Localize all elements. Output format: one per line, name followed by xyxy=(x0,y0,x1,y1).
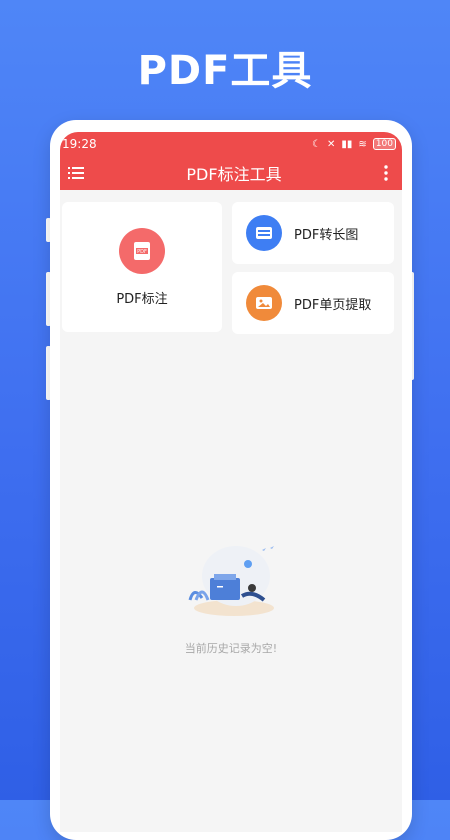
app-screen: 19:28 ☾ ✕ ▮▮ ≋ 100 PDF标注工具 PDF PDF标注 PDF… xyxy=(60,132,402,832)
main-content: PDF PDF标注 PDF转长图 PDF单页提取 当前历史记录为空! xyxy=(60,190,402,832)
list-menu-icon[interactable] xyxy=(68,162,90,184)
pdf-long-image-card[interactable]: PDF转长图 xyxy=(232,202,394,264)
status-time: 19:28 xyxy=(62,137,97,151)
more-vertical-icon[interactable] xyxy=(378,162,394,184)
tool-label: PDF单页提取 xyxy=(294,297,372,313)
empty-history-message: 当前历史记录为空! xyxy=(184,642,278,655)
tool-label: PDF标注 xyxy=(116,291,168,307)
pdf-file-icon: PDF xyxy=(119,227,165,274)
mute-icon: ✕ xyxy=(327,138,336,150)
status-icons: ☾ ✕ ▮▮ ≋ 100 xyxy=(312,138,396,150)
moon-icon: ☾ xyxy=(312,138,322,150)
battery-icon: 100 xyxy=(372,138,396,150)
status-bar: 19:28 ☾ ✕ ▮▮ ≋ 100 xyxy=(60,132,402,156)
image-extract-icon xyxy=(246,285,282,321)
app-title: PDF标注工具 xyxy=(186,165,282,184)
signal-icon: ▮▮ xyxy=(341,138,353,150)
pdf-annotate-card[interactable]: PDF PDF标注 xyxy=(62,202,222,332)
empty-history-illustration xyxy=(172,540,292,620)
pdf-page-extract-card[interactable]: PDF单页提取 xyxy=(232,272,394,334)
phone-frame: 19:28 ☾ ✕ ▮▮ ≋ 100 PDF标注工具 PDF PDF标注 PDF… xyxy=(50,120,412,840)
tool-label: PDF转长图 xyxy=(294,227,359,243)
app-bar: PDF标注工具 xyxy=(60,156,402,190)
promo-title: PDF工具 xyxy=(137,48,313,94)
svg-text:PDF: PDF xyxy=(137,249,147,255)
wifi-icon: ≋ xyxy=(358,138,367,150)
long-image-icon xyxy=(246,215,282,251)
